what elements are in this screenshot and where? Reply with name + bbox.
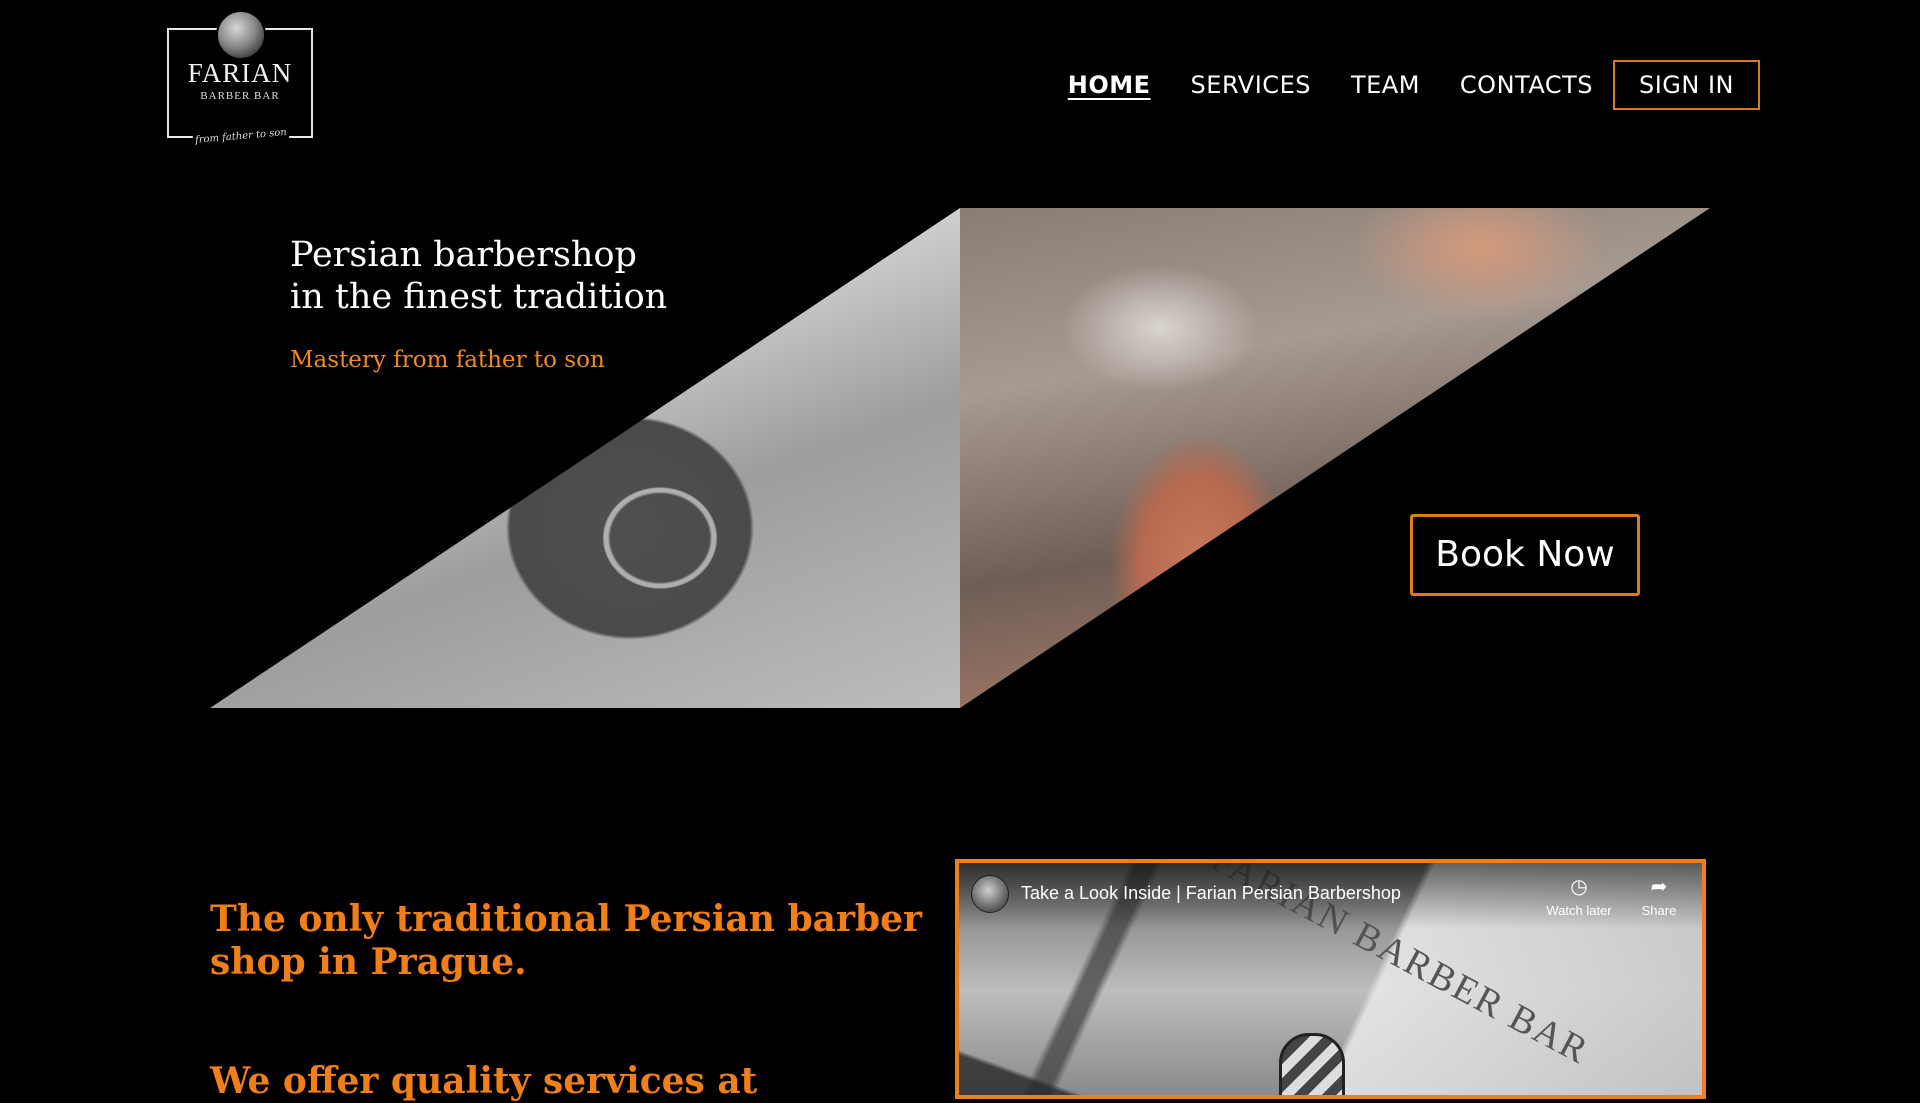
share-arrow-icon: ➦ [1650,876,1668,898]
nav-home[interactable]: HOME [1068,71,1151,99]
hero-image-haircut-closeup [960,208,1710,708]
main-nav: HOME SERVICES TEAM CONTACTS SIGN IN [1028,60,1760,110]
hero-title: Persian barbershop in the finest traditi… [290,234,667,318]
nav-team[interactable]: TEAM [1351,71,1420,99]
intro-title: The only traditional Persian barber shop… [210,898,922,983]
watch-later-button[interactable]: ◷ Watch later [1544,875,1614,918]
sign-in-button[interactable]: SIGN IN [1612,60,1760,110]
clock-icon: ◷ [1570,876,1588,898]
logo-name: FARIAN [187,58,293,88]
share-button[interactable]: ➦ Share [1624,875,1694,918]
video-title[interactable]: Take a Look Inside | Farian Persian Barb… [1021,883,1401,904]
hero-title-line-1: Persian barbershop [290,235,637,275]
logo-subtitle: BARBER BAR [200,90,280,102]
book-now-button[interactable]: Book Now [1410,514,1640,596]
logo-emblem-icon [216,10,266,60]
channel-avatar[interactable] [971,875,1009,913]
nav-contacts[interactable]: CONTACTS [1460,71,1593,99]
hero-subtitle: Mastery from father to son [290,347,605,373]
intro-next-heading: We offer quality services at [210,1060,758,1102]
hero-title-line-2: in the finest tradition [290,277,668,317]
watch-later-label: Watch later [1546,903,1612,918]
video-player[interactable]: FARIAN BARBER BAR Take a Look Inside | F… [955,859,1706,1099]
share-label: Share [1641,903,1677,918]
brand-logo[interactable]: FARIAN BARBER BAR from father to son [167,10,313,155]
barber-pole [1279,1033,1345,1095]
nav-services[interactable]: SERVICES [1191,71,1311,99]
